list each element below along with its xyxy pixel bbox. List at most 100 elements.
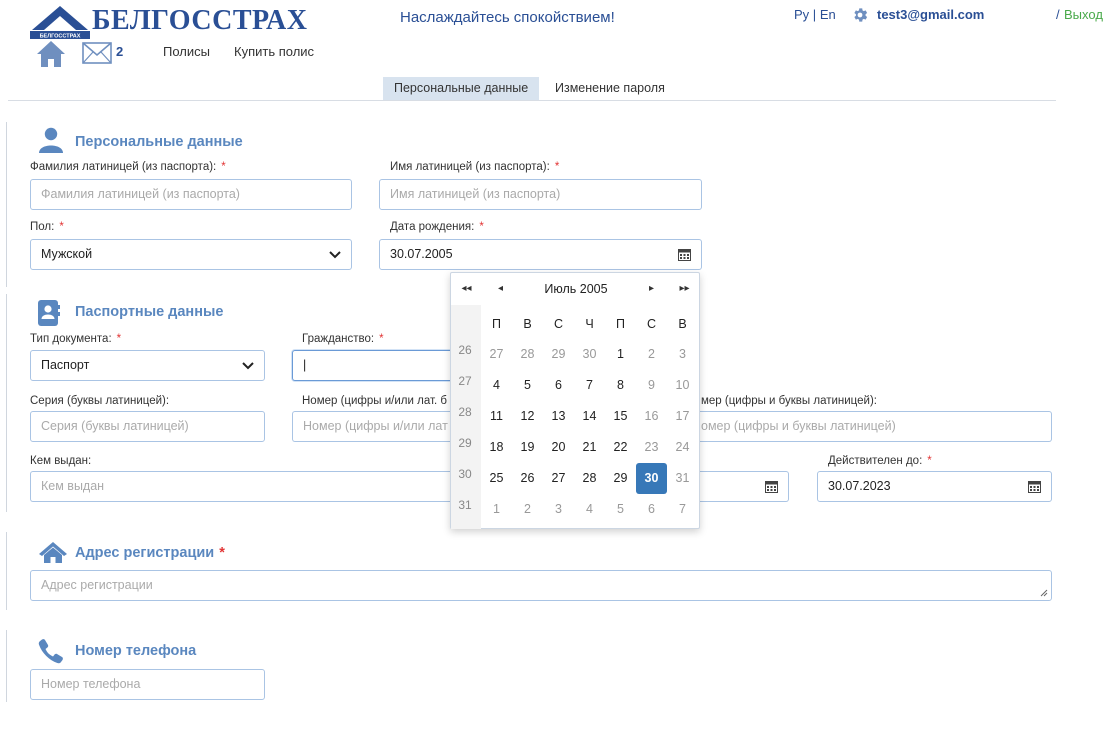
day-cell[interactable]: 21: [574, 432, 605, 463]
gear-icon[interactable]: [851, 6, 869, 24]
day-cell[interactable]: 7: [667, 494, 698, 525]
tab-divider: [8, 100, 1056, 101]
day-cell[interactable]: 4: [574, 494, 605, 525]
week-number: 31: [458, 498, 472, 512]
day-cell[interactable]: 28: [574, 463, 605, 494]
chevron-down-icon: [242, 362, 254, 370]
valid-until-value: 30.07.2023: [828, 479, 891, 493]
day-cell[interactable]: 7: [574, 370, 605, 401]
logout-link[interactable]: Выход: [1064, 7, 1103, 22]
section-title-passport: Паспортные данные: [75, 304, 224, 320]
dob-input[interactable]: 30.07.2005: [379, 239, 702, 270]
day-cell[interactable]: 1: [605, 339, 636, 370]
gender-select[interactable]: Мужской: [30, 239, 352, 270]
resize-grip-icon[interactable]: [1040, 589, 1048, 597]
weekday-header: П: [616, 317, 625, 331]
section-bar: [6, 122, 7, 287]
day-cell[interactable]: 5: [512, 370, 543, 401]
lang-separator: |: [812, 7, 817, 22]
valid-until-input[interactable]: 30.07.2023: [817, 471, 1052, 502]
day-cell[interactable]: 15: [605, 401, 636, 432]
series-label: Серия (буквы латиницей):: [30, 395, 170, 407]
tab-change-password[interactable]: Изменение пароля: [544, 77, 676, 100]
day-cell[interactable]: 25: [481, 463, 512, 494]
day-cell[interactable]: 5: [605, 494, 636, 525]
day-cell[interactable]: 29: [605, 463, 636, 494]
nav-link-policies[interactable]: Полисы: [163, 44, 210, 59]
issued-by-input[interactable]: Кем выдан: [30, 471, 452, 502]
phone-input[interactable]: Номер телефона: [30, 669, 265, 700]
surname-input[interactable]: Фамилия латиницей (из паспорта): [30, 179, 352, 210]
day-cell-selected[interactable]: 30: [636, 463, 667, 494]
day-cell[interactable]: 3: [543, 494, 574, 525]
day-cell[interactable]: 6: [636, 494, 667, 525]
day-cell[interactable]: 24: [667, 432, 698, 463]
prev-month-button[interactable]: ◂: [485, 273, 516, 305]
day-cell[interactable]: 12: [512, 401, 543, 432]
doc-type-value: Паспорт: [41, 358, 90, 372]
home-icon[interactable]: [36, 40, 66, 68]
section-bar: [6, 294, 7, 512]
day-cell[interactable]: 11: [481, 401, 512, 432]
day-cell[interactable]: 29: [543, 339, 574, 370]
datepicker-month-title[interactable]: Июль 2005: [513, 273, 639, 305]
day-cell[interactable]: 6: [543, 370, 574, 401]
calendar-icon[interactable]: [678, 248, 691, 261]
day-cell[interactable]: 9: [636, 370, 667, 401]
home-address-icon: [39, 542, 67, 563]
weekday-header: П: [492, 317, 501, 331]
number-input[interactable]: Номер (цифры и/или лат: [292, 411, 452, 442]
weekday-header: С: [553, 317, 564, 331]
address-textarea[interactable]: Адрес регистрации: [30, 570, 1052, 601]
day-cell[interactable]: 2: [636, 339, 667, 370]
phone-icon: [38, 639, 63, 664]
next-year-button[interactable]: ▸▸: [669, 273, 700, 305]
next-month-button[interactable]: ▸: [636, 273, 667, 305]
day-cell[interactable]: 2: [512, 494, 543, 525]
personal-id-input[interactable]: омер (цифры и буквы латиницей): [700, 411, 1052, 442]
lang-en-link[interactable]: En: [820, 7, 836, 22]
day-cell[interactable]: 17: [667, 401, 698, 432]
day-cell[interactable]: 27: [481, 339, 512, 370]
lang-ru-link[interactable]: Ру: [794, 7, 809, 22]
prev-year-button[interactable]: ◂◂: [451, 273, 482, 305]
tagline: Наслаждайтесь спокойствием!: [400, 9, 615, 26]
day-cell[interactable]: 3: [667, 339, 698, 370]
day-cell[interactable]: 14: [574, 401, 605, 432]
day-cell[interactable]: 28: [512, 339, 543, 370]
required-mark: *: [219, 545, 225, 561]
calendar-icon[interactable]: [1028, 480, 1041, 493]
gender-value: Мужской: [41, 247, 93, 261]
required-mark: *: [927, 455, 932, 467]
calendar-icon[interactable]: [765, 480, 778, 493]
day-cell[interactable]: 26: [512, 463, 543, 494]
tab-personal-data[interactable]: Персональные данные: [383, 77, 540, 100]
day-cell[interactable]: 4: [481, 370, 512, 401]
day-cell[interactable]: 10: [667, 370, 698, 401]
series-input[interactable]: Серия (буквы латиницей): [30, 411, 265, 442]
chevron-down-icon: [329, 251, 341, 259]
user-email[interactable]: test3@gmail.com: [877, 7, 984, 22]
name-input[interactable]: Имя латиницей (из паспорта): [379, 179, 702, 210]
personal-id-label: мер (цифры и буквы латиницей):: [701, 395, 877, 407]
day-cell[interactable]: 1: [481, 494, 512, 525]
day-cell[interactable]: 13: [543, 401, 574, 432]
day-cell[interactable]: 30: [574, 339, 605, 370]
doc-type-select[interactable]: Паспорт: [30, 350, 265, 381]
day-cell[interactable]: 19: [512, 432, 543, 463]
day-cell[interactable]: 20: [543, 432, 574, 463]
brand-logo[interactable]: БЕЛГОССТРАХ БЕЛГОССТРАХ: [30, 4, 310, 40]
mail-count-badge: 2: [116, 44, 124, 59]
day-cell[interactable]: 31: [667, 463, 698, 494]
day-cell[interactable]: 18: [481, 432, 512, 463]
issue-date-input[interactable]: [700, 471, 789, 502]
day-cell[interactable]: 8: [605, 370, 636, 401]
mail-icon[interactable]: [82, 42, 112, 64]
day-cell[interactable]: 27: [543, 463, 574, 494]
week-number: 28: [458, 405, 472, 419]
nav-link-buy-policy[interactable]: Купить полис: [234, 44, 314, 59]
day-cell[interactable]: 22: [605, 432, 636, 463]
citizenship-input[interactable]: |: [292, 350, 452, 381]
day-cell[interactable]: 16: [636, 401, 667, 432]
day-cell[interactable]: 23: [636, 432, 667, 463]
